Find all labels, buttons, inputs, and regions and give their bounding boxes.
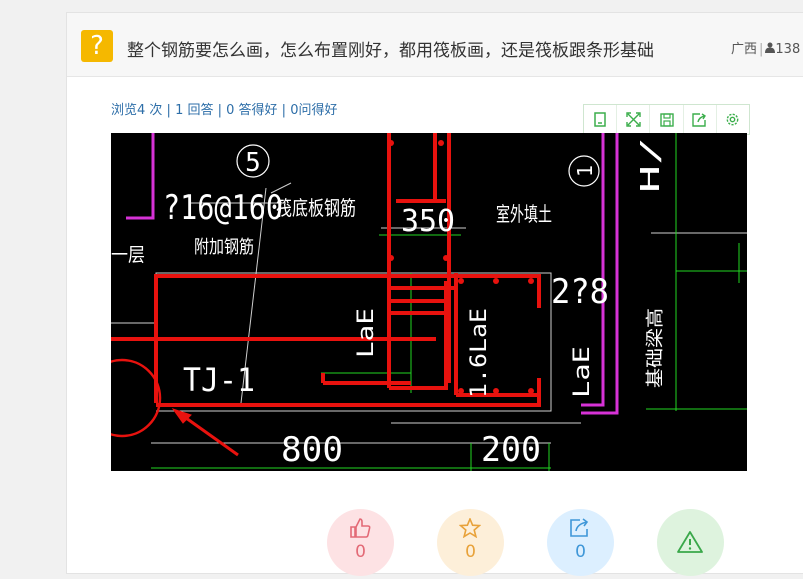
question-stats: 浏览4 次 | 1 回答 | 0 答得好 | 0问得好 <box>111 103 338 118</box>
label-350: 350 <box>401 204 455 239</box>
red-rebar <box>111 133 541 457</box>
share-action-icon <box>570 518 589 537</box>
region-link[interactable]: 广西 <box>731 42 757 57</box>
good-questions-count: 0问得好 <box>290 103 338 118</box>
label-lae-3: LaE <box>570 346 595 398</box>
favorite-count: 0 <box>465 542 476 562</box>
image-toolbar <box>583 104 750 135</box>
star-icon <box>459 518 481 538</box>
save-button[interactable] <box>650 105 684 134</box>
rebar-dots <box>388 140 534 394</box>
fullscreen-button[interactable] <box>617 105 651 134</box>
answers-link[interactable]: 1 回答 <box>175 103 213 118</box>
share-icon <box>692 112 707 127</box>
like-count: 0 <box>355 542 366 562</box>
settings-button[interactable] <box>717 105 749 134</box>
share-count: 0 <box>575 542 586 562</box>
label-lae-2: 1.6LaE <box>467 308 492 398</box>
label-axis-right: 1 <box>573 165 597 177</box>
label-axis: 5 <box>245 148 261 178</box>
question-title: 整个钢筋要怎么画，怎么布置刚好，都用筏板画，还是筏板跟条形基础 <box>127 41 654 61</box>
page-button[interactable] <box>584 105 618 134</box>
label-200: 200 <box>481 430 541 470</box>
favorite-button[interactable]: 0 <box>437 509 504 576</box>
page-icon <box>594 112 606 127</box>
question-card: ? 整个钢筋要怎么画，怎么布置刚好，都用筏板画，还是筏板跟条形基础 广西 | 138… <box>66 12 803 576</box>
question-header: ? 整个钢筋要怎么画，怎么布置刚好，都用筏板画，还是筏板跟条形基础 广西 | 138 <box>67 13 803 77</box>
answer-actions: 0 0 0 <box>327 509 727 579</box>
fullscreen-icon <box>626 112 641 127</box>
warning-icon <box>677 531 703 553</box>
label-bottom-rebar: 筏底板钢筋 <box>276 196 356 220</box>
label-rebar-28: 2?8 <box>551 272 609 312</box>
like-button[interactable]: 0 <box>327 509 394 576</box>
share-button[interactable] <box>684 105 717 134</box>
question-mark-icon: ? <box>81 30 113 62</box>
report-button[interactable] <box>657 509 724 576</box>
question-image-cad-drawing[interactable]: 5 1 ?16@160 筏底板钢筋 350 室外填土 一层 附加钢筋 2?8 L… <box>111 133 747 471</box>
label-rebar-spec: ?16@160 <box>163 188 283 228</box>
label-extra-rebar: 附加钢筋 <box>194 237 254 258</box>
settings-icon <box>727 113 739 126</box>
label-lae-1: LaE <box>354 308 379 358</box>
label-beam-height: 基础梁高 <box>645 308 666 388</box>
label-h: H/ <box>636 137 666 193</box>
good-answers-count: 0 答得好 <box>226 103 278 118</box>
views-count: 浏览4 次 <box>111 103 163 118</box>
thumbs-up-icon <box>350 518 371 538</box>
label-tj: TJ-1 <box>183 361 255 399</box>
label-outdoor-fill: 室外填土 <box>496 202 552 226</box>
user-count: 138 <box>775 42 801 57</box>
share-action-button[interactable]: 0 <box>547 509 614 576</box>
label-floor: 一层 <box>111 244 145 266</box>
label-800: 800 <box>281 430 343 470</box>
save-icon <box>659 112 674 127</box>
user-icon <box>765 42 776 57</box>
question-meta: 广西 | 138 <box>731 38 800 57</box>
